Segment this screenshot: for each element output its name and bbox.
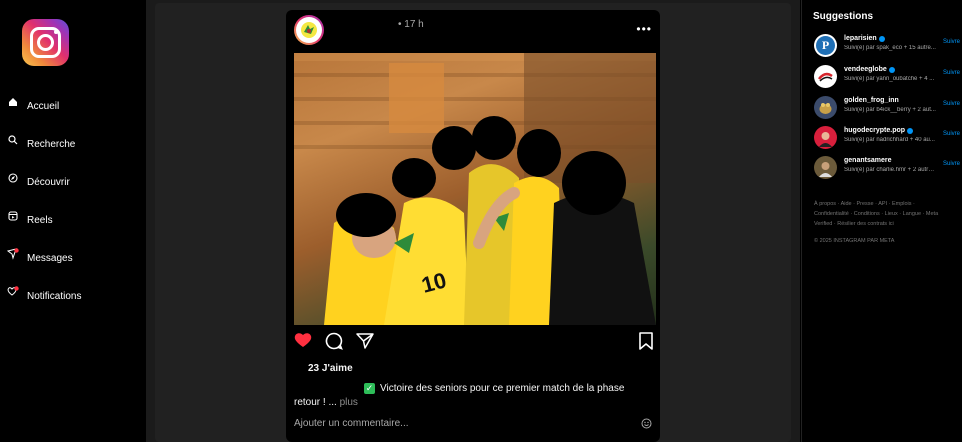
avatar[interactable] [814, 126, 837, 149]
like-count[interactable]: 23 J'aime [308, 363, 353, 374]
verified-badge-icon [888, 66, 895, 73]
suggestion-item[interactable]: hugodecrypte.pop Suivi(e) par nadrichhar… [814, 126, 960, 150]
avatar[interactable]: P [814, 34, 837, 57]
caption-more-link[interactable]: plus [340, 397, 358, 408]
post-actions [286, 332, 660, 354]
suggestion-subtext: Suivi(e) par spak_eco + 15 autre... [844, 45, 936, 51]
suggestions-sidebar: Suggestions P leparisien Suivi(e) par sp… [801, 0, 962, 442]
suggestion-name[interactable]: genantsamere [844, 157, 891, 164]
frog-image-icon [819, 103, 832, 114]
reels-icon [7, 210, 19, 222]
avatar[interactable] [814, 96, 837, 119]
instagram-logo-icon[interactable] [22, 19, 69, 66]
follow-button[interactable]: Suivre [943, 131, 960, 137]
vendeeglobe-logo-icon [818, 72, 833, 82]
nav-item-notifications[interactable]: Notifications [7, 286, 82, 302]
left-navigation: Accueil Recherche Découvrir Reels Messag… [0, 0, 146, 442]
suggestion-item[interactable]: golden_frog_inn Suivi(e) par b4ick__berr… [814, 96, 960, 120]
search-icon [7, 134, 19, 146]
post-author-avatar[interactable] [294, 15, 324, 45]
person-photo-icon [819, 162, 832, 177]
leparisien-logo-icon: P [816, 36, 835, 55]
comment-icon[interactable] [325, 332, 343, 355]
suggestion-name[interactable]: golden_frog_inn [844, 97, 899, 104]
club-logo-icon [301, 22, 317, 38]
person-photo-icon [819, 132, 832, 147]
nav-item-label: Accueil [27, 100, 60, 112]
like-heart-icon[interactable] [294, 332, 312, 353]
nav-item-reels[interactable]: Reels [7, 211, 53, 226]
check-mark-icon: ✓ [364, 383, 375, 394]
suggestion-item[interactable]: P leparisien Suivi(e) par spak_eco + 15 … [814, 34, 960, 58]
suggestion-name[interactable]: leparisien [844, 35, 885, 42]
comment-input[interactable] [294, 415, 654, 431]
footer-links[interactable]: À propos · Aide · Presse · API · Emplois… [814, 199, 944, 229]
home-icon [7, 96, 19, 108]
nav-item-label: Reels [27, 214, 53, 226]
avatar[interactable] [814, 156, 837, 179]
caption-line-1: ✓ Victoire des seniors pour ce premier m… [364, 383, 624, 394]
caption-line-2: retour ! ... plus [294, 397, 358, 408]
verified-badge-icon [907, 127, 914, 134]
nav-item-label: Notifications [27, 290, 82, 302]
messages-icon [7, 248, 19, 260]
copyright-text: © 2025 INSTAGRAM PAR META [814, 238, 895, 244]
suggestion-subtext: Suivi(e) par yann_oubatche + 4 ... [844, 76, 935, 82]
avatar[interactable] [814, 65, 837, 88]
caption-text-continued: retour ! ... [294, 397, 337, 408]
caption-text: Victoire des seniors pour ce premier mat… [380, 383, 625, 394]
follow-button[interactable]: Suivre [943, 70, 960, 76]
team-photo-illustration: 10 [294, 53, 656, 325]
follow-button[interactable]: Suivre [943, 161, 960, 167]
suggestions-title: Suggestions [813, 11, 874, 22]
nav-item-label: Découvrir [27, 176, 70, 188]
share-icon[interactable] [356, 332, 374, 355]
nav-item-label: Messages [27, 252, 73, 264]
post-time: • 17 h [398, 19, 424, 30]
more-options-icon[interactable]: ••• [636, 22, 652, 36]
nav-item-explore[interactable]: Découvrir [7, 173, 70, 188]
heart-icon [7, 286, 19, 298]
follow-button[interactable]: Suivre [943, 39, 960, 45]
suggestion-name[interactable]: hugodecrypte.pop [844, 127, 914, 134]
save-bookmark-icon[interactable] [638, 332, 654, 355]
post-card: • 17 h ••• 10 23 J'aime ✓ Victoire des s… [286, 10, 660, 442]
follow-button[interactable]: Suivre [943, 101, 960, 107]
nav-item-home[interactable]: Accueil [7, 98, 60, 112]
suggestion-item[interactable]: genantsamere Suivi(e) par charlie.hmr + … [814, 156, 960, 180]
post-image[interactable]: 10 [294, 53, 656, 325]
suggestion-subtext: Suivi(e) par charlie.hmr + 2 autre... [844, 167, 936, 173]
verified-badge-icon [878, 35, 885, 42]
suggestion-subtext: Suivi(e) par nadrichhard + 40 au... [844, 137, 935, 143]
suggestion-item[interactable]: vendeeglobe Suivi(e) par yann_oubatche +… [814, 65, 960, 89]
emoji-icon[interactable] [641, 416, 652, 434]
suggestion-subtext: Suivi(e) par b4ick__berry + 2 aut... [844, 107, 936, 113]
nav-item-label: Recherche [27, 138, 76, 150]
nav-item-search[interactable]: Recherche [7, 135, 76, 150]
explore-icon [7, 172, 19, 184]
suggestion-name[interactable]: vendeeglobe [844, 66, 895, 73]
nav-item-messages[interactable]: Messages [7, 248, 73, 264]
